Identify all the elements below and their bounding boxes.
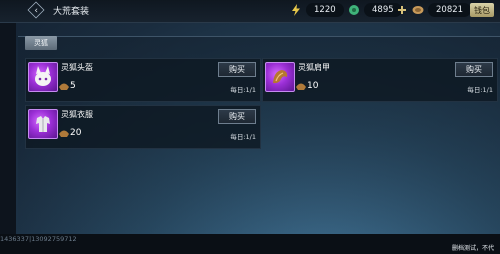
shoulder-armor-icon[interactable] (265, 62, 295, 92)
jade-icon (349, 5, 359, 15)
tab-linghu[interactable]: 灵狐 (25, 36, 57, 50)
wallet-button[interactable]: 钱包 (470, 3, 494, 17)
coin-icon (412, 6, 424, 14)
helmet-icon[interactable] (28, 62, 58, 92)
jade-value: 4895 (372, 5, 394, 15)
back-button[interactable]: ‹ (27, 1, 45, 19)
ingot-icon (296, 83, 306, 90)
daily-limit: 每日:1/1 (230, 133, 256, 141)
item-price: 10 (295, 81, 318, 91)
buy-button[interactable]: 购买 (218, 62, 256, 77)
coin-value: 20821 (436, 5, 464, 15)
shop-item-card: 灵狐肩甲 10 购买 每日:1/1 (262, 58, 498, 102)
shop-item-card: 灵狐头盔 5 购买 每日:1/1 (25, 58, 261, 102)
item-price: 20 (58, 128, 81, 138)
plus-icon[interactable] (396, 4, 408, 16)
item-name: 灵狐头盔 (61, 63, 93, 72)
resource-jade: 4895 (348, 3, 402, 17)
item-name: 灵狐肩甲 (298, 63, 330, 72)
ingot-icon (59, 130, 69, 137)
buy-button[interactable]: 购买 (455, 62, 493, 77)
resource-lightning: 1220 (290, 3, 344, 17)
page-title: 大荒套装 (53, 7, 90, 17)
lightning-icon (292, 4, 300, 16)
daily-limit: 每日:1/1 (230, 86, 256, 94)
buy-button[interactable]: 购买 (218, 109, 256, 124)
item-price: 5 (58, 81, 76, 91)
resource-coin: 20821 (396, 3, 472, 17)
shop-item-card: 灵狐衣服 20 购买 每日:1/1 (25, 105, 261, 149)
lightning-value: 1220 (314, 5, 336, 15)
top-bar: ‹ 大荒套装 1220 4895 20821 钱包 (0, 0, 500, 23)
player-uid: 1436337|13092759712 (0, 235, 77, 243)
clothes-icon[interactable] (28, 109, 58, 139)
test-notice: 删档测试，不代 (452, 245, 495, 252)
ingot-icon (59, 83, 69, 90)
back-arrow-icon: ‹ (34, 4, 38, 16)
daily-limit: 每日:1/1 (467, 86, 493, 94)
item-name: 灵狐衣服 (61, 110, 93, 119)
left-frame (0, 0, 16, 234)
